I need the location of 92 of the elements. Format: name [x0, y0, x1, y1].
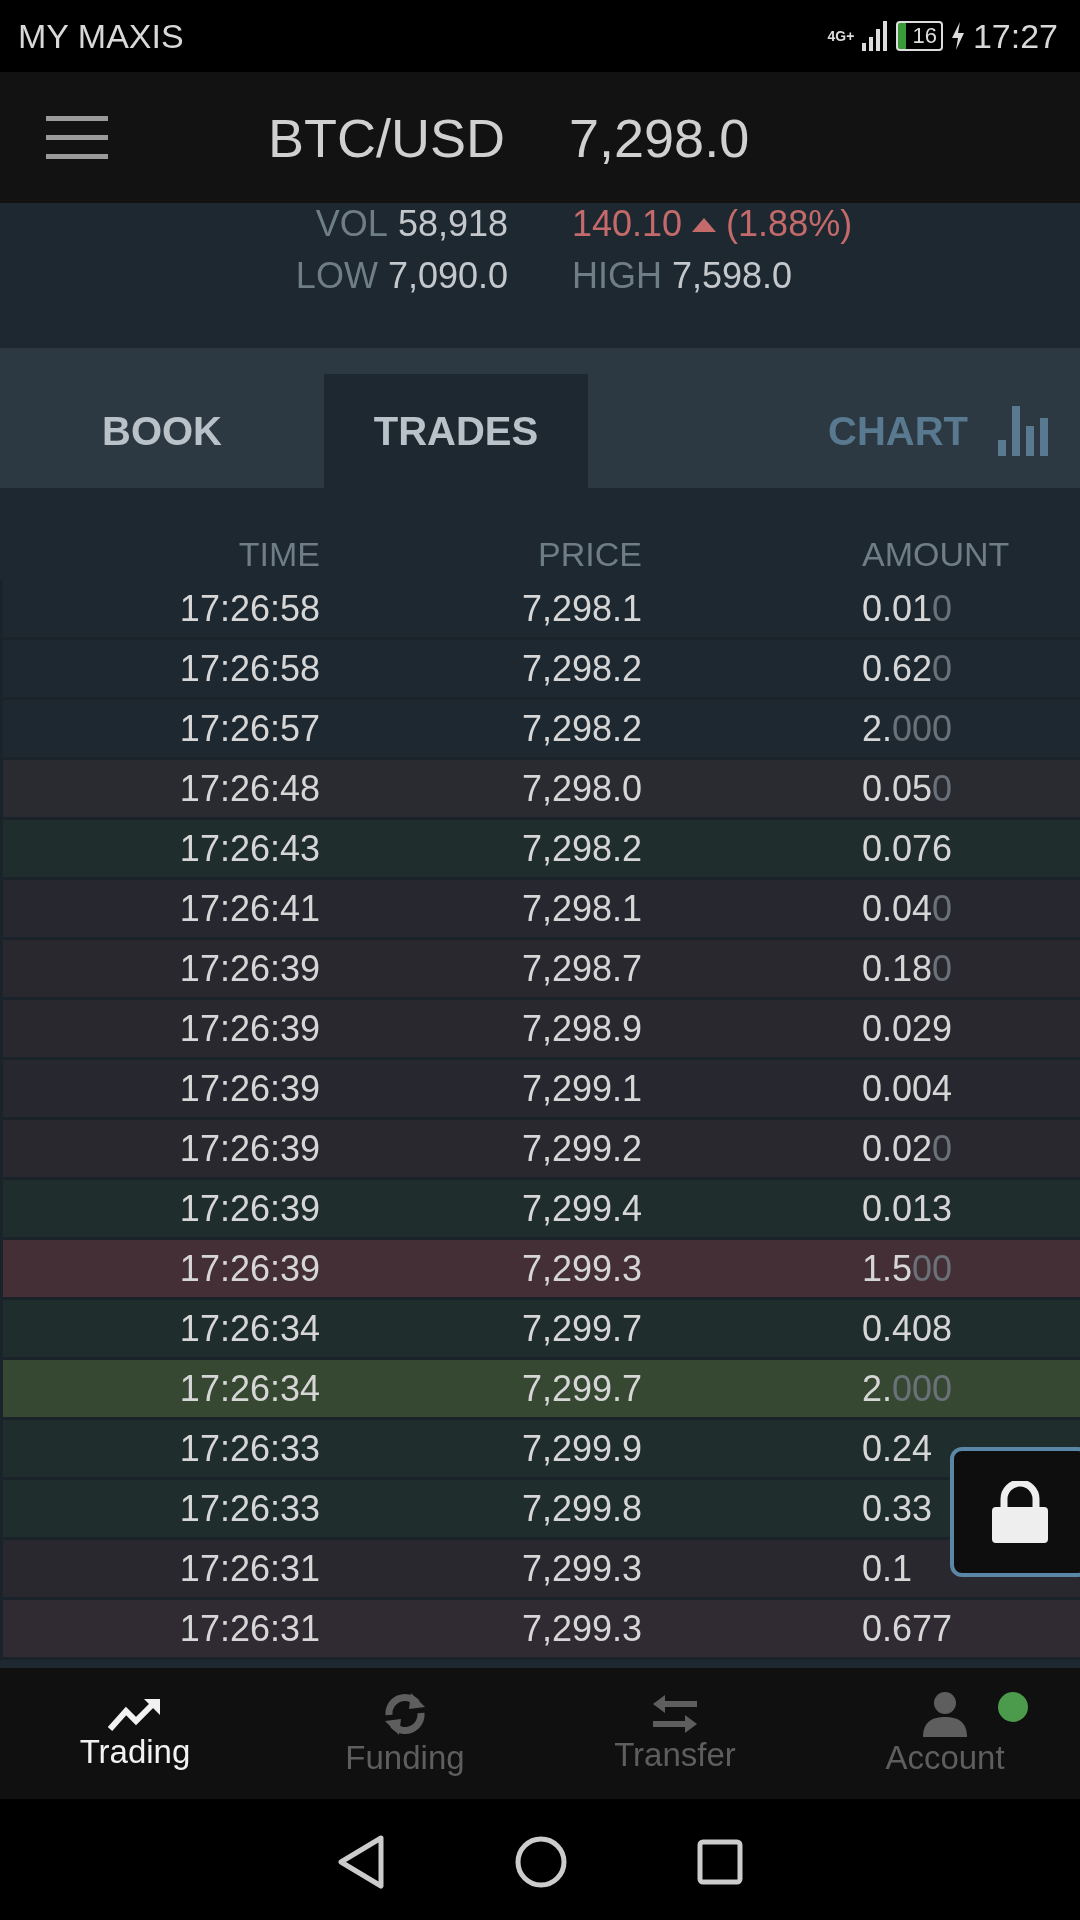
price-cell: 7,298.1: [521, 887, 642, 930]
price-cell: 7,299.7: [521, 1307, 642, 1350]
price-cell: 7,299.3: [521, 1607, 642, 1650]
time-cell-text: 17:26:43: [179, 827, 321, 870]
amount-cell-text: 0.24: [861, 1427, 933, 1470]
price-cell: 7,298.2: [521, 707, 642, 750]
time-cell-text: 17:26:57: [179, 707, 321, 750]
time-cell-text: 17:26:31: [179, 1607, 321, 1650]
amount-cell-text: 0.029: [861, 1007, 953, 1050]
trend-icon: [108, 1696, 162, 1731]
amount-cell-text: 0.1: [861, 1547, 913, 1590]
high-label: HIGH: [572, 255, 662, 297]
network-type: 4G+: [827, 29, 855, 43]
carrier-name: MY MAXIS: [18, 16, 184, 56]
person-icon: [921, 1690, 969, 1737]
amount-cell-text: 2.000: [861, 1367, 953, 1410]
clock: 17:27: [972, 16, 1058, 56]
price-cell: 7,299.3: [521, 1547, 642, 1590]
amount-cell-text: 1.500: [861, 1247, 953, 1290]
signal-icon: [862, 21, 889, 51]
price-cell: 7,298.1: [521, 587, 642, 630]
time-cell-text: 17:26:39: [179, 1187, 321, 1230]
amount-cell-text: 0.620: [861, 647, 953, 690]
time-cell-text: 17:26:58: [179, 647, 321, 690]
amount-cell-text: 0.33: [861, 1487, 933, 1530]
back-icon[interactable]: [337, 1835, 385, 1889]
amount-cell-text: 0.677: [861, 1607, 953, 1650]
price-cell: 7,299.9: [521, 1427, 642, 1470]
volume-label: VOL: [315, 203, 388, 245]
menu-icon[interactable]: [46, 115, 108, 160]
time-cell-text: 17:26:39: [179, 947, 321, 990]
nav-item[interactable]: Trading: [0, 1668, 270, 1799]
price-cell: 7,298.9: [521, 1007, 642, 1050]
charging-icon: [950, 22, 965, 50]
low-value: 7,090.0: [387, 255, 508, 297]
price-cell: 7,299.4: [521, 1187, 642, 1230]
time-cell-text: 17:26:34: [179, 1307, 321, 1350]
time-cell-text: 17:26:39: [179, 1247, 321, 1290]
column-header: PRICE: [538, 535, 642, 574]
price-cell: 7,299.8: [521, 1487, 642, 1530]
amount-cell-text: 0.408: [861, 1307, 953, 1350]
time-cell-text: 17:26:48: [179, 767, 321, 810]
high-value: 7,598.0: [672, 255, 793, 297]
volume-value: 58,918: [397, 203, 508, 245]
amount-cell-text: 0.013: [861, 1187, 953, 1230]
change-value: 140.10: [572, 203, 683, 245]
time-cell-text: 17:26:33: [179, 1487, 321, 1530]
home-icon[interactable]: [515, 1836, 567, 1888]
amount-cell-text: 0.040: [861, 887, 953, 930]
time-cell-text: 17:26:58: [179, 587, 321, 630]
price-cell: 7,299.3: [521, 1247, 642, 1290]
last-price: 7,298.0: [569, 106, 750, 169]
transfer-icon: [651, 1693, 699, 1734]
amount-cell-text: 0.004: [861, 1067, 953, 1110]
time-cell-text: 17:26:34: [179, 1367, 321, 1410]
low-label: LOW: [295, 255, 378, 297]
up-triangle-icon: [692, 216, 717, 232]
refresh-icon: [383, 1690, 427, 1737]
time-cell-text: 17:26:31: [179, 1547, 321, 1590]
price-cell: 7,298.2: [521, 647, 642, 690]
amount-cell-text: 0.010: [861, 587, 953, 630]
nav-item[interactable]: Funding: [270, 1668, 540, 1799]
column-header: AMOUNT: [861, 535, 1010, 574]
tab[interactable]: TRADES: [324, 374, 588, 488]
bar-chart-icon: [998, 406, 1050, 456]
amount-cell-text: 0.180: [861, 947, 953, 990]
amount-cell-text: 2.000: [861, 707, 953, 750]
market-pair: BTC/USD: [268, 106, 505, 169]
time-cell-text: 17:26:41: [179, 887, 321, 930]
time-cell-text: 17:26:39: [179, 1127, 321, 1170]
change-percent: (1.88%): [726, 203, 853, 245]
price-cell: 7,298.2: [521, 827, 642, 870]
price-cell: 7,299.2: [521, 1127, 642, 1170]
price-cell: 7,298.0: [521, 767, 642, 810]
chart-tab[interactable]: CHART: [828, 374, 1080, 488]
time-cell-text: 17:26:39: [179, 1007, 321, 1050]
lock-button[interactable]: [950, 1447, 1080, 1577]
column-header: TIME: [238, 535, 321, 574]
price-cell: 7,299.7: [521, 1367, 642, 1410]
tab[interactable]: BOOK: [0, 374, 324, 488]
amount-cell-text: 0.076: [861, 827, 953, 870]
time-cell-text: 17:26:39: [179, 1067, 321, 1110]
lock-icon: [992, 1481, 1048, 1543]
amount-cell-text: 0.020: [861, 1127, 953, 1170]
battery-level: 16: [896, 21, 943, 51]
recents-icon[interactable]: [697, 1839, 743, 1885]
amount-cell-text: 0.050: [861, 767, 953, 810]
nav-item[interactable]: Transfer: [540, 1668, 810, 1799]
price-cell: 7,299.1: [521, 1067, 642, 1110]
price-cell: 7,298.7: [521, 947, 642, 990]
time-cell-text: 17:26:33: [179, 1427, 321, 1470]
nav-item[interactable]: Account: [810, 1668, 1080, 1799]
